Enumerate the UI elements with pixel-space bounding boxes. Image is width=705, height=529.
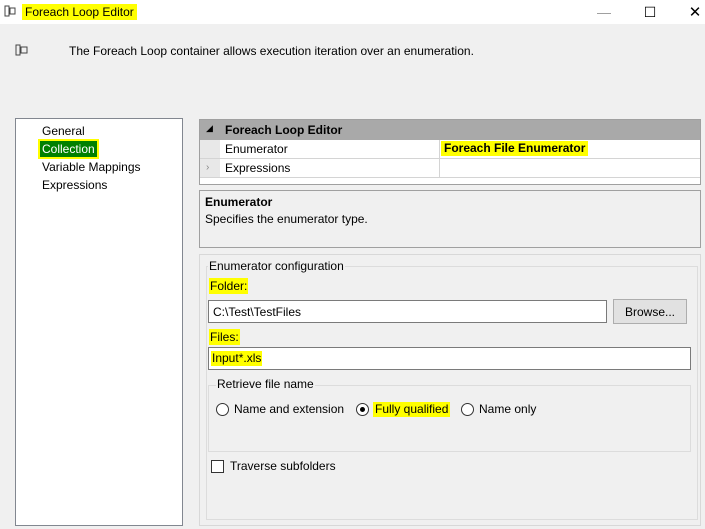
foreach-loop-icon [15, 44, 28, 56]
grid-category-header[interactable]: ◢ Foreach Loop Editor [200, 120, 700, 140]
description-title: Enumerator [205, 195, 273, 209]
grid-row-expressions[interactable]: › Expressions [200, 159, 700, 178]
minimize-button[interactable]: — [584, 0, 624, 24]
traverse-subfolders-checkbox[interactable] [211, 460, 224, 473]
nav-item-general[interactable]: General [40, 123, 87, 139]
maximize-button[interactable]: ☐ [630, 0, 670, 24]
enumerator-config-label: Enumerator configuration [208, 259, 345, 273]
header-description: The Foreach Loop container allows execut… [69, 44, 474, 58]
foreach-loop-icon [4, 5, 16, 17]
grid-divider [439, 140, 440, 158]
nav-item-collection[interactable]: Collection [38, 139, 99, 159]
files-value: Input*.xls [211, 351, 263, 366]
folder-label: Folder: [209, 278, 249, 294]
radio-name-only-label[interactable]: Name only [479, 402, 536, 417]
grid-row-enumerator[interactable]: Enumerator Foreach File Enumerator [200, 140, 700, 159]
nav-item-variable-mappings[interactable]: Variable Mappings [40, 159, 143, 175]
radio-name-and-extension-label[interactable]: Name and extension [234, 402, 344, 417]
grid-row-label: Enumerator [225, 142, 288, 156]
grid-gutter [200, 140, 220, 158]
radio-fully-qualified[interactable] [356, 403, 369, 416]
folder-input[interactable] [208, 300, 607, 323]
nav-item-expressions[interactable]: Expressions [40, 177, 109, 193]
enumerator-value[interactable]: Foreach File Enumerator [441, 141, 589, 156]
close-button[interactable]: ✕ [675, 0, 705, 24]
chevron-right-icon[interactable]: › [206, 162, 209, 173]
grid-divider [439, 159, 440, 177]
radio-name-only[interactable] [461, 403, 474, 416]
radio-checked-dot [360, 407, 365, 412]
files-input[interactable] [208, 347, 691, 370]
files-label: Files: [209, 329, 240, 345]
header-panel [0, 24, 705, 116]
radio-name-and-extension[interactable] [216, 403, 229, 416]
retrieve-file-name-label: Retrieve file name [216, 377, 315, 392]
chevron-down-icon[interactable]: ◢ [206, 123, 213, 134]
radio-fully-qualified-label[interactable]: Fully qualified [373, 402, 451, 417]
property-description-box: Enumerator Specifies the enumerator type… [199, 190, 701, 248]
retrieve-file-name-group [208, 385, 691, 452]
page-nav: General Collection Variable Mappings Exp… [15, 118, 183, 526]
traverse-subfolders-label[interactable]: Traverse subfolders [230, 459, 336, 474]
description-text: Specifies the enumerator type. [205, 212, 368, 226]
grid-row-label: Expressions [225, 161, 291, 175]
browse-button[interactable]: Browse... [613, 299, 687, 324]
property-grid: ◢ Foreach Loop Editor Enumerator Foreach… [199, 119, 701, 185]
grid-category-label: Foreach Loop Editor [225, 123, 343, 137]
window-title: Foreach Loop Editor [22, 4, 137, 20]
grid-gutter [200, 159, 220, 177]
